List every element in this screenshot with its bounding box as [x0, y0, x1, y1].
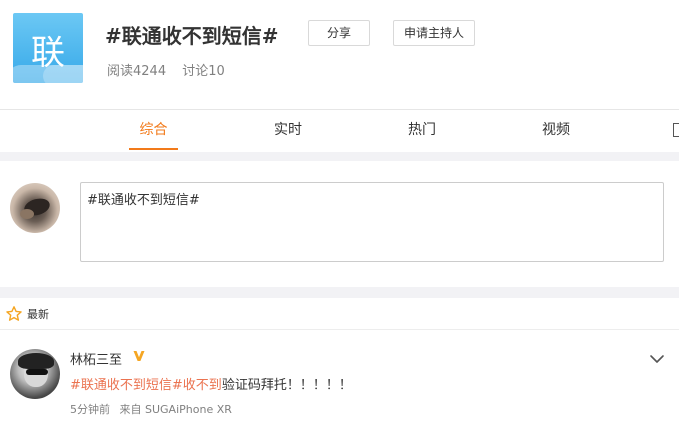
section-divider: [0, 287, 679, 298]
topic-stats: 阅读4244 讨论10: [107, 60, 225, 79]
avatar[interactable]: [10, 183, 60, 233]
verified-v-icon: [133, 351, 145, 361]
keyword-link[interactable]: 收不到: [183, 378, 222, 393]
tab-overflow-edge[interactable]: [673, 123, 679, 137]
tab-bar: 综合 实时 热门 视频: [0, 109, 679, 152]
avatar-shape-2: [20, 209, 34, 219]
logo-character: 联: [31, 33, 65, 73]
discussion-count: 讨论10: [182, 64, 225, 79]
section-divider: [0, 152, 679, 161]
apply-host-button[interactable]: 申请主持人: [393, 20, 475, 46]
hashtag-link[interactable]: #联通收不到短信#: [70, 378, 183, 393]
compose-text: #联通收不到短信#: [87, 193, 200, 208]
topic-logo: 联: [13, 13, 83, 83]
list-item: 林柘三至 #联通收不到短信#收不到验证码拜托！！！！！ 5分钟前 来自 SUGA…: [0, 331, 679, 437]
chevron-down-icon[interactable]: [649, 353, 665, 365]
latest-label: 最新: [27, 308, 49, 321]
post-text: #联通收不到短信#收不到验证码拜托！！！！！: [70, 374, 352, 393]
tab-hot[interactable]: 热门: [402, 110, 442, 152]
avatar-hair: [18, 353, 54, 369]
post-body: 验证码拜托！！！！！: [221, 378, 352, 393]
username-link[interactable]: 林柘三至: [70, 349, 122, 368]
compose-textarea[interactable]: #联通收不到短信#: [80, 182, 664, 262]
tab-realtime[interactable]: 实时: [268, 110, 308, 152]
post-source: 来自 SUGAiPhone XR: [119, 403, 232, 416]
post-meta: 5分钟前 来自 SUGAiPhone XR: [70, 401, 232, 417]
topic-header: 联 #联通收不到短信# 阅读4244 讨论10 分享 申请主持人: [0, 0, 679, 109]
post-time[interactable]: 5分钟前: [70, 403, 110, 416]
latest-bar: 最新: [0, 298, 679, 330]
tab-overview[interactable]: 综合: [129, 110, 178, 152]
avatar-glasses: [26, 369, 48, 375]
read-count: 阅读4244: [107, 64, 167, 79]
composer: #联通收不到短信#: [0, 161, 679, 287]
tab-video[interactable]: 视频: [536, 110, 576, 152]
star-icon: [6, 306, 22, 321]
avatar[interactable]: [10, 349, 60, 399]
share-button[interactable]: 分享: [308, 20, 370, 46]
page-title: #联通收不到短信#: [105, 24, 279, 48]
